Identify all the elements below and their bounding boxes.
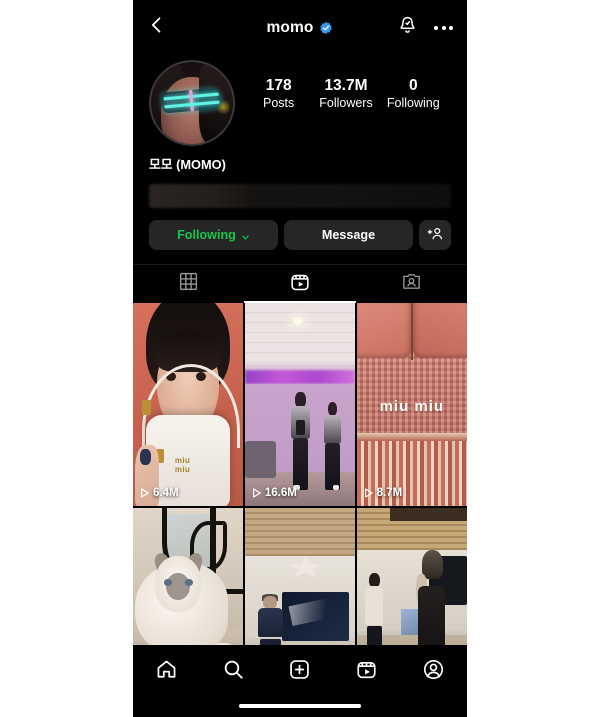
bottom-navigation-bar [133, 645, 467, 717]
stat-posts-label: Posts [263, 96, 295, 111]
play-icon [364, 488, 373, 498]
chevron-down-icon [241, 231, 250, 240]
message-button-label: Message [321, 228, 376, 242]
top-navigation-bar: momo [133, 0, 467, 55]
stat-following-value: 0 [409, 77, 418, 94]
stat-followers[interactable]: 13.7M Followers [319, 76, 373, 112]
view-count: 8.7M [364, 487, 403, 499]
stat-posts[interactable]: 178 Posts [252, 76, 306, 112]
create-plus-icon [288, 658, 311, 686]
nav-item-profile[interactable] [400, 657, 467, 687]
following-button[interactable]: Following [149, 220, 278, 250]
bell-icon[interactable] [397, 15, 418, 41]
back-chevron-icon [147, 15, 167, 40]
post-tile[interactable]: miu miu 6.4M [133, 303, 244, 506]
profile-stats: 178 Posts 13.7M Followers 0 Following [235, 60, 451, 112]
profile-header: 178 Posts 13.7M Followers 0 Following [133, 55, 467, 146]
avatar[interactable] [149, 60, 235, 146]
stat-posts-value: 178 [265, 77, 292, 94]
add-person-button[interactable] [419, 220, 451, 250]
post-thumbnail: miu miu [356, 303, 467, 506]
stat-following-label: Following [386, 96, 440, 111]
profile-username: momo [266, 18, 314, 36]
tab-reels[interactable] [244, 265, 356, 303]
reels-icon [355, 658, 378, 686]
post-thumbnail: miu miu [133, 303, 244, 506]
profile-bio-redacted [149, 184, 451, 208]
view-count-value: 8.7M [376, 487, 403, 499]
view-count-value: 6.4M [153, 487, 179, 499]
tagged-icon [401, 271, 422, 297]
profile-action-buttons: Following Message [133, 208, 467, 250]
profile-display-name: 모모 (MOMO) [149, 157, 226, 172]
search-icon [222, 658, 245, 686]
post-grid: miu miu 6.4M 16.6M miu miu 8.7M [133, 303, 467, 671]
home-icon [155, 658, 178, 686]
home-indicator [239, 703, 361, 708]
post-thumbnail [244, 303, 356, 506]
nav-item-home[interactable] [133, 657, 200, 687]
view-count: 6.4M [140, 487, 179, 499]
tab-grid[interactable] [133, 265, 244, 303]
top-bar-actions [397, 15, 453, 41]
post-brand-text: miu miu [379, 398, 445, 416]
profile-avatar [151, 62, 233, 144]
view-count: 16.6M [252, 487, 297, 499]
screenshot-root: momo 178 Posts 13.7M Followers 0 Followi… [0, 0, 600, 717]
more-options-icon[interactable] [434, 20, 453, 36]
reels-icon [289, 271, 311, 298]
message-button[interactable]: Message [284, 220, 413, 250]
back-button[interactable] [147, 15, 173, 41]
post-brand-text: miu miu [174, 456, 191, 474]
add-person-icon [427, 225, 444, 245]
grid-icon [178, 271, 199, 297]
tab-tagged[interactable] [356, 265, 467, 303]
profile-tabs [133, 264, 467, 303]
play-icon [140, 488, 149, 498]
play-icon [252, 488, 261, 498]
following-button-label: Following [177, 228, 236, 242]
stat-followers-label: Followers [319, 96, 373, 111]
nav-item-create[interactable] [267, 657, 334, 687]
stat-following[interactable]: 0 Following [386, 76, 440, 112]
phone-screen: momo 178 Posts 13.7M Followers 0 Followi… [133, 0, 467, 717]
stat-followers-value: 13.7M [324, 77, 368, 94]
post-tile[interactable]: 16.6M [244, 303, 356, 506]
profile-icon [422, 658, 445, 686]
view-count-value: 16.6M [264, 487, 297, 499]
verified-badge-icon [319, 21, 333, 35]
nav-item-reels[interactable] [333, 657, 400, 687]
post-tile[interactable]: miu miu 8.7M [356, 303, 467, 506]
nav-item-search[interactable] [200, 657, 267, 687]
